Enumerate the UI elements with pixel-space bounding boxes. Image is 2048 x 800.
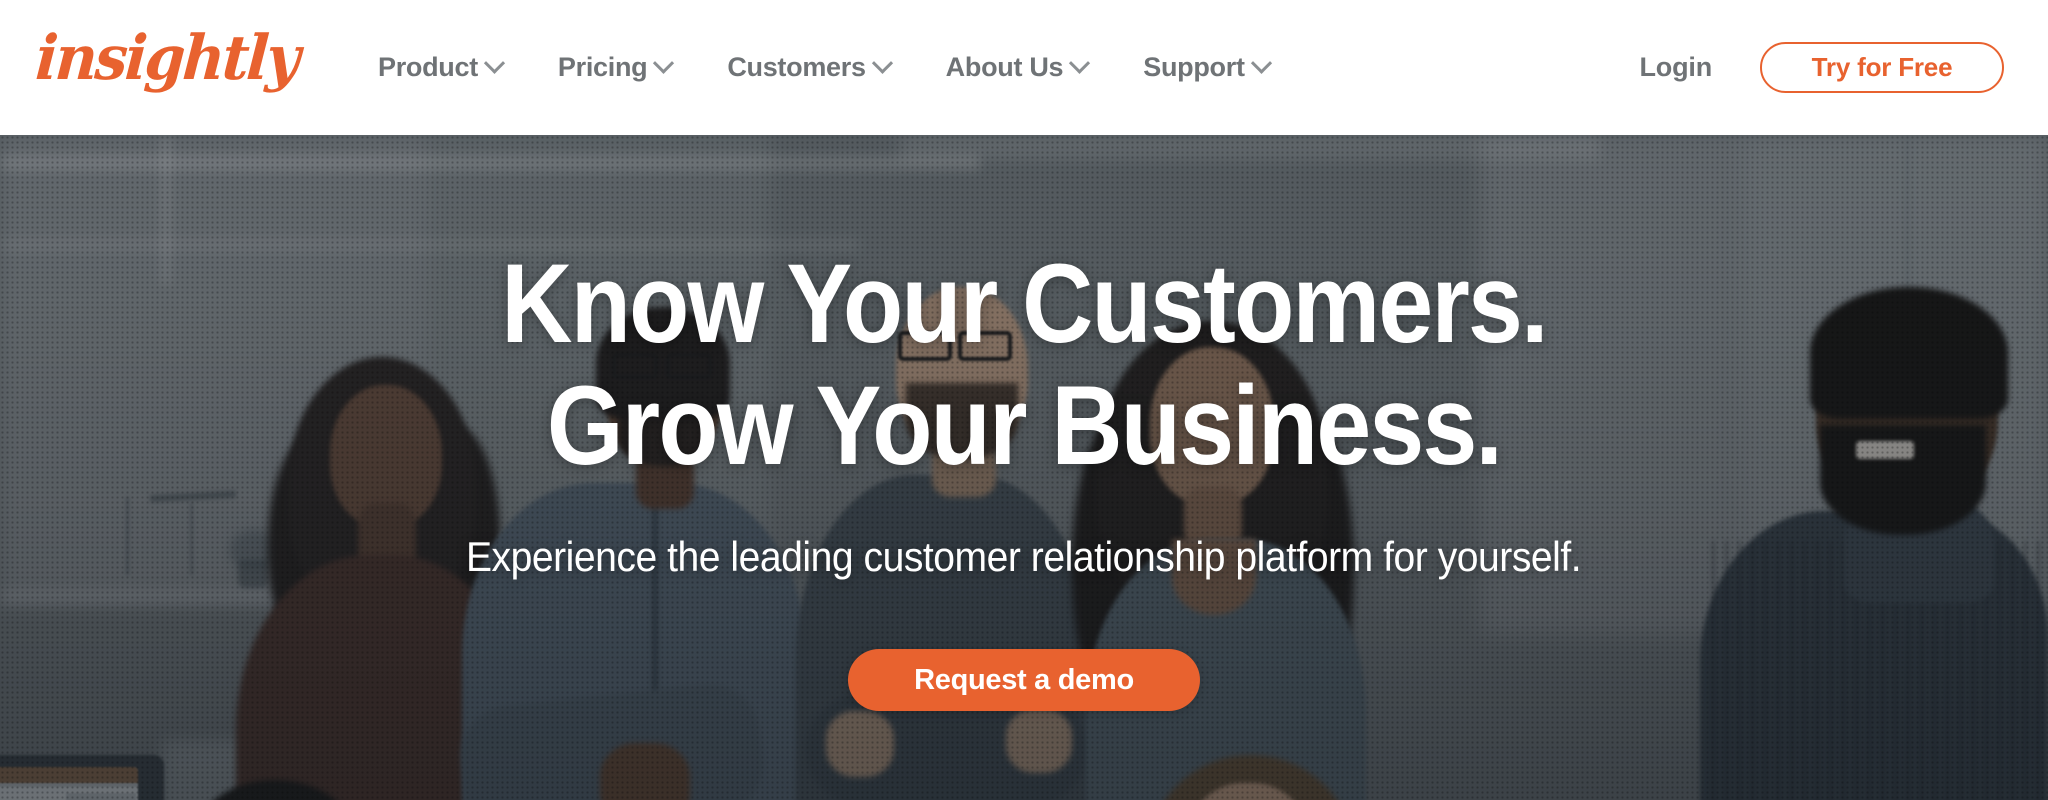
nav-item-support[interactable]: Support bbox=[1115, 42, 1296, 93]
nav-item-label: Support bbox=[1143, 52, 1245, 82]
header-inner: insightly Product Pricing Customers Abou… bbox=[0, 0, 2048, 135]
main-navigation: Product Pricing Customers About Us Suppo bbox=[350, 0, 1297, 135]
hero-section: Know Your Customers. Grow Your Business.… bbox=[0, 135, 2048, 800]
nav-item-about-us[interactable]: About Us bbox=[918, 42, 1116, 93]
site-header: insightly Product Pricing Customers Abou… bbox=[0, 0, 2048, 135]
insightly-logo[interactable]: insightly bbox=[33, 22, 300, 94]
nav-item-product[interactable]: Product bbox=[350, 42, 530, 93]
chevron-down-icon bbox=[1069, 52, 1091, 74]
headline-line-2: Grow Your Business. bbox=[546, 363, 1503, 489]
nav-item-label: Customers bbox=[727, 52, 866, 82]
chevron-down-icon bbox=[653, 52, 675, 74]
chevron-down-icon bbox=[871, 52, 893, 74]
request-a-demo-button[interactable]: Request a demo bbox=[848, 649, 1200, 712]
nav-item-label: Product bbox=[378, 52, 478, 82]
logo-wordmark: insightly bbox=[33, 21, 301, 95]
hero-content: Know Your Customers. Grow Your Business.… bbox=[0, 135, 2048, 800]
hero-subheadline: Experience the leading customer relation… bbox=[466, 533, 1582, 581]
nav-item-pricing[interactable]: Pricing bbox=[530, 42, 699, 93]
headline-line-1: Know Your Customers. bbox=[501, 241, 1548, 366]
nav-item-label: Pricing bbox=[557, 52, 648, 82]
hero-headline: Know Your Customers. Grow Your Business. bbox=[501, 241, 1548, 489]
nav-item-customers[interactable]: Customers bbox=[699, 42, 917, 93]
header-actions: Login Try for Free bbox=[1610, 0, 2004, 135]
nav-item-label: About Us bbox=[945, 52, 1064, 82]
try-for-free-button[interactable]: Try for Free bbox=[1760, 42, 2004, 93]
chevron-down-icon bbox=[1250, 52, 1272, 74]
chevron-down-icon bbox=[483, 52, 506, 74]
login-link[interactable]: Login bbox=[1610, 42, 1742, 93]
page-root: insightly Product Pricing Customers Abou… bbox=[0, 0, 2048, 800]
